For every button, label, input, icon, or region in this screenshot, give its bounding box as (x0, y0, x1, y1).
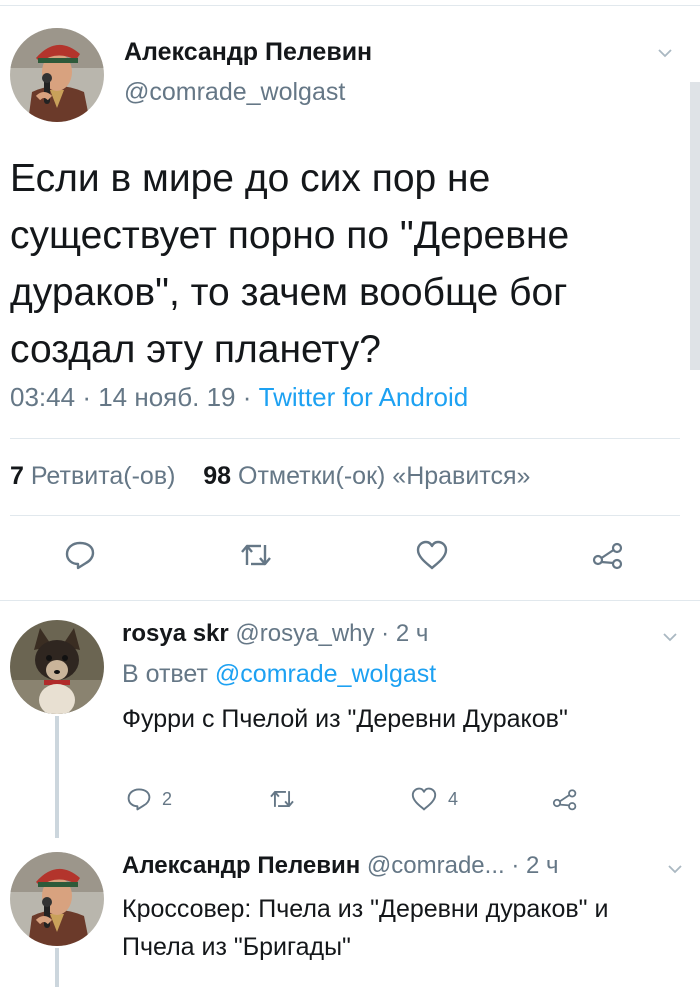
avatar[interactable] (10, 28, 104, 122)
like-count: 4 (448, 788, 459, 809)
reply-text: Фурри с Пчелой из "Деревни Дураков" (122, 705, 568, 733)
share-button[interactable] (552, 783, 578, 815)
tweet-time: 03:44 (10, 382, 76, 412)
retweet-button[interactable] (236, 535, 276, 575)
author-handle[interactable]: @comrade... (367, 852, 505, 879)
retweet-icon (270, 790, 294, 808)
scrollbar[interactable] (690, 82, 700, 370)
avatar[interactable] (10, 852, 104, 946)
retweets-label: Ретвита(-ов) (30, 462, 176, 490)
meta-separator: · (82, 382, 91, 412)
retweets-stat[interactable]: 7 Ретвита(-ов) (10, 462, 175, 490)
tweet-text: Если в мире до сих пор не существует пор… (10, 157, 570, 371)
tweet-date[interactable]: 14 нояб. 19 (98, 382, 235, 412)
section-divider (0, 600, 700, 601)
reply-age[interactable]: · 2 ч (511, 852, 558, 879)
avatar[interactable] (10, 620, 104, 714)
chevron-down-icon[interactable] (663, 630, 677, 644)
reply-age[interactable]: · 2 ч (381, 620, 428, 647)
heart-icon (416, 540, 448, 570)
author-name[interactable]: rosya skr (122, 620, 229, 647)
thread-line (55, 716, 59, 838)
reply-button[interactable] (60, 535, 100, 575)
tweet-meta: 03:44 · 14 нояб. 19 · Twitter for Androi… (10, 382, 468, 413)
reply-header: Александр Пелевин @comrade... · 2 ч (122, 852, 559, 880)
author-handle[interactable]: @rosya_why (235, 620, 374, 647)
retweets-count: 7 (10, 462, 24, 490)
heart-icon (411, 787, 437, 811)
likes-stat[interactable]: 98 Отметки(-ок) «Нравится» (203, 462, 530, 490)
like-button[interactable]: 4 (410, 783, 458, 815)
retweet-icon (241, 544, 271, 566)
retweet-button[interactable] (268, 783, 296, 815)
share-icon (552, 789, 577, 811)
reply-header: rosya skr @rosya_why · 2 ч (122, 620, 428, 648)
tweet-stats: 7 Ретвита(-ов) 98 Отметки(-ок) «Нравится… (10, 462, 530, 491)
share-icon (592, 542, 623, 570)
like-button[interactable] (412, 535, 452, 575)
chevron-down-icon[interactable] (658, 46, 672, 60)
author-name[interactable]: Александр Пелевин (124, 38, 372, 67)
divider (10, 515, 680, 516)
reply-to-line: В ответ @comrade_wolgast (122, 660, 436, 689)
author-handle[interactable]: @comrade_wolgast (124, 78, 345, 107)
likes-count: 98 (203, 462, 232, 490)
top-divider (0, 0, 700, 6)
thread-line (55, 948, 59, 987)
chevron-down-icon[interactable] (668, 862, 682, 876)
reply-text: Кроссовер: Пчела из "Деревни дураков" и … (122, 895, 609, 961)
reply-prefix: В ответ (122, 660, 208, 688)
tweet-source[interactable]: Twitter for Android (259, 382, 469, 412)
divider (10, 438, 680, 439)
reply-mention[interactable]: @comrade_wolgast (215, 660, 436, 688)
reply-icon (65, 541, 95, 570)
likes-label: Отметки(-ок) «Нравится» (238, 462, 531, 490)
reply-button[interactable]: 2 (126, 783, 172, 815)
author-name[interactable]: Александр Пелевин (122, 852, 360, 879)
meta-separator: · (242, 382, 252, 412)
reply-icon (127, 788, 151, 811)
reply-count: 2 (162, 788, 173, 809)
share-button[interactable] (588, 535, 628, 575)
